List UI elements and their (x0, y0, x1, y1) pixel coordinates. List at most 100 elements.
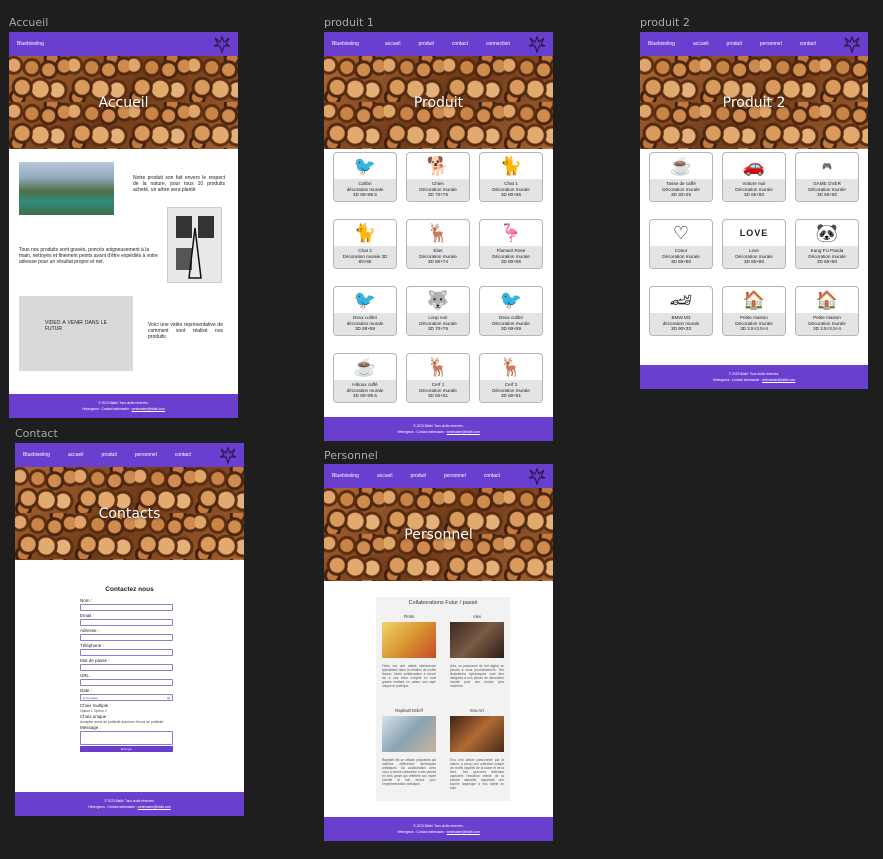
multi-choice-label: Choix multiple : (80, 703, 111, 708)
nav-personnel[interactable]: personnel (760, 41, 782, 47)
nav-accueil[interactable]: accueil (385, 41, 401, 47)
collaborator-card[interactable]: Raphaël Drilelf Raphaël est un artisan p… (379, 708, 439, 786)
product-card[interactable]: 🦩 Flamant Rose Décoration murale 3D 80×65 (479, 219, 543, 269)
product-image-icon: 🐼 (815, 222, 839, 243)
product-card[interactable]: 🐕 Chien Décoration murale 3D 70×76 (406, 152, 470, 202)
product-card[interactable]: 🎮 GAME OVER Décoration murale 3D 65×80 (795, 152, 859, 202)
contact-frame: Bluebixeling accueil produit personnel c… (15, 443, 244, 816)
nav-contact[interactable]: contact (800, 41, 816, 47)
nav-produit[interactable]: produit (102, 452, 117, 458)
nav-contact[interactable]: contact (484, 473, 500, 479)
product-card[interactable]: 🐼 Kung FU Panda Décoration murale 3D 65×80 (795, 219, 859, 269)
calendar-icon[interactable]: ▤ (167, 695, 170, 701)
url-label: URL : (80, 673, 92, 678)
nav-accueil[interactable]: accueil (377, 473, 393, 479)
footer-hosting: Hébergeurs : Contact webmaster : (712, 378, 762, 382)
accueil-frame: Bluebixeling Accueil Notre produit son f… (9, 32, 238, 418)
product-card[interactable]: 🐈 Chat 2 Décoration murale 3D 80×65 (333, 219, 397, 269)
collaborator-card[interactable]: Alex Alex, un passionné de l'art digital… (447, 614, 507, 688)
brand-logo[interactable]: Bluebixeling (648, 41, 675, 47)
phoenix-logo-icon[interactable] (212, 34, 232, 54)
nav-connection[interactable]: connection (486, 41, 510, 47)
product-image-icon: ☕ (353, 356, 377, 377)
nav-personnel[interactable]: personnel (135, 452, 157, 458)
footer-email-link[interactable]: webmaster@blaibi.com (447, 430, 480, 434)
nav-produit[interactable]: produit (411, 473, 426, 479)
nav-produit[interactable]: produit (419, 41, 434, 47)
product-card[interactable]: 🦌 Cerf 2 Décoration murale 3D 60×61 (479, 353, 543, 403)
product-card[interactable]: 🚗 Voiture noir Décoration murale 3D 65×80 (722, 152, 786, 202)
url-input[interactable] (80, 679, 173, 686)
phoenix-logo-icon[interactable] (842, 34, 862, 54)
product-card[interactable]: 🦌 Elan Décoration murale 3D 80×74 (406, 219, 470, 269)
collaborator-card[interactable]: Eva Art Eva, une artiste passionnée par … (447, 708, 507, 790)
product-size: 3D 30×25 (670, 192, 692, 197)
collaborator-bio: Floris est une artiste talentueuse spéci… (382, 664, 436, 688)
footer-email-link[interactable]: webmaster@blaibi.com (132, 407, 165, 411)
nav-produit[interactable]: produit (727, 41, 742, 47)
nav-contact[interactable]: contact (175, 452, 191, 458)
product-card[interactable]: 🐦 Deux colibri Décoration murale 3D 69×59 (479, 286, 543, 336)
product-size: 80×65 (358, 259, 372, 264)
date-label: Date : (80, 688, 93, 693)
telephone-input[interactable] (80, 649, 173, 656)
product-image-icon: 🦩 (499, 222, 523, 243)
phoenix-logo-icon[interactable] (527, 466, 547, 486)
product-card[interactable]: 🐺 Loup noir Décoration murale 3D 70×76 (406, 286, 470, 336)
product-image-icon: 🦌 (426, 222, 450, 243)
product-card[interactable]: 🏠 Petite maison Décoration murale 3D 3.5×3.… (722, 286, 786, 336)
product-card[interactable]: LOVE Love Décoration murale 3D 65×80 (722, 219, 786, 269)
footer-email-link[interactable]: webmaster@blaibi.com (762, 378, 795, 382)
nav-personnel[interactable]: personnel (444, 473, 466, 479)
footer: © 2023 Blaibi. Tous droits réservés. Héb… (640, 365, 868, 389)
brand-logo[interactable]: Bluebixeling (23, 452, 50, 458)
brand-logo[interactable]: Bluebixeling (332, 41, 359, 47)
video-placeholder[interactable]: VIDEO A VENIR DANS LE FUTUR (19, 296, 133, 371)
product-image-icon: 🏎 (669, 289, 693, 310)
product-card[interactable]: 🐦 Deux colibri décoration murale 3D 69×59 (333, 286, 397, 336)
footer-email-link[interactable]: webmaster@blaibi.com (138, 805, 171, 809)
product-card[interactable]: 🏠 Petite maison Décoration murale 3D 3.5×3.… (795, 286, 859, 336)
adresse-input[interactable] (80, 634, 173, 641)
email-input[interactable] (80, 619, 173, 626)
footer-hosting: Hébergeurs : Contact webmaster : (82, 407, 131, 411)
phoenix-logo-icon[interactable] (527, 34, 547, 54)
brand-logo[interactable]: Bluebixeling (332, 473, 359, 479)
nom-input[interactable] (80, 604, 173, 611)
product-card[interactable]: ☕ Hiboux caffé décoration murale 3D 80×89.5 (333, 353, 397, 403)
nav-accueil[interactable]: accueil (693, 41, 709, 47)
collaborator-card[interactable]: Floris Floris est une artiste talentueus… (379, 614, 439, 688)
product-size: 3D 65×80 (743, 192, 765, 197)
hero-title: Personnel (404, 526, 473, 543)
collaborator-name: Floris (403, 614, 415, 619)
produit1-frame: Bluebixeling accueil produit contact con… (324, 32, 553, 441)
product-size: 3D 65×80 (670, 259, 692, 264)
message-textarea[interactable] (80, 731, 173, 745)
product-size: 3D 80×65 (500, 259, 522, 264)
intro-text: Notre produit son fait envers le respect… (133, 175, 225, 193)
navbar: Bluebixeling accueil produit personnel c… (324, 464, 553, 488)
nav-contact[interactable]: contact (452, 41, 468, 47)
nav-accueil[interactable]: accueil (68, 452, 84, 458)
product-grid: 🐦 Colibri décoration murale 3D 80×89.5 🐕 Chi… (333, 152, 543, 403)
radio-options[interactable]: Accepter envoi de publicité Autoriser l'… (80, 720, 163, 724)
footer-email-link[interactable]: webmaster@blaibi.com (447, 830, 480, 834)
password-input[interactable] (80, 664, 173, 671)
product-image-icon: LOVE (739, 228, 769, 238)
checkbox-options[interactable]: Option 1 Option 2 (80, 709, 107, 713)
product-size: 3D 3.5×3.5×4 (813, 326, 841, 331)
date-input[interactable]: jj/mm/aaaa ▤ (80, 694, 173, 701)
product-image-icon: 🐈 (499, 155, 523, 176)
product-card[interactable]: 🐈 Chat 1 Décoration murale 3D 80×65 (479, 152, 543, 202)
product-image-icon: 🐕 (426, 155, 450, 176)
single-choice-label: Choix unique : (80, 714, 109, 719)
product-card[interactable]: 🏎 BMW M3 décoration murale 3D 90×33 (649, 286, 713, 336)
product-card[interactable]: ☕ Tasse de caffé Décoration murale 3D 30×25 (649, 152, 713, 202)
send-button[interactable]: Envoyer (80, 746, 173, 752)
product-card[interactable]: 🐦 Colibri décoration murale 3D 80×89.5 (333, 152, 397, 202)
phoenix-logo-icon[interactable] (218, 445, 238, 465)
product-card[interactable]: 🦌 Cerf 1 Décoration murale 3D 60×61 (406, 353, 470, 403)
product-card[interactable]: ♡ Coeur Décoration murale 3D 65×80 (649, 219, 713, 269)
brand-logo[interactable]: Bluebixeling (17, 41, 44, 47)
personnel-frame: Bluebixeling accueil produit personnel c… (324, 464, 553, 841)
